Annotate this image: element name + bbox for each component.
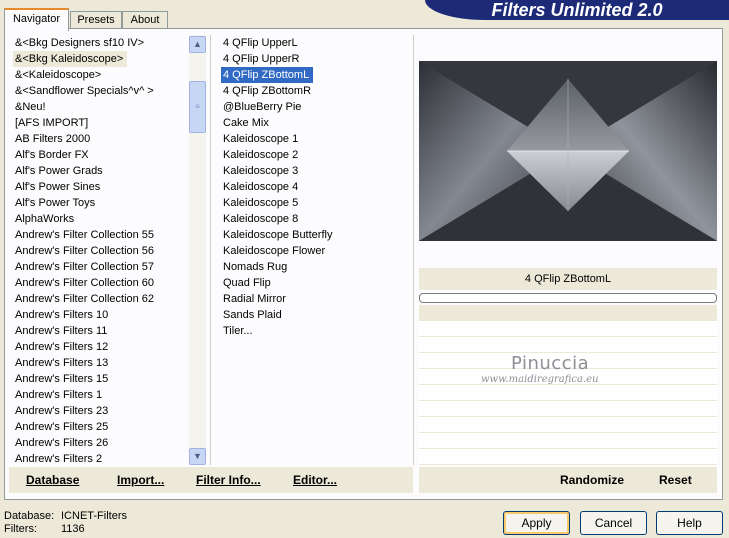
filter-item[interactable]: Kaleidoscope Butterfly: [221, 227, 336, 243]
scroll-down-button[interactable]: ▼: [189, 448, 206, 465]
category-item[interactable]: Andrew's Filters 11: [13, 323, 158, 339]
filters-status-label: Filters:: [4, 523, 37, 535]
current-filter-name: 4 QFlip ZBottomL: [419, 268, 717, 290]
category-item[interactable]: Andrew's Filters 13: [13, 355, 158, 371]
filter-item[interactable]: Sands Plaid: [221, 307, 336, 323]
cancel-button[interactable]: Cancel: [580, 511, 647, 535]
randomize-button[interactable]: Randomize: [560, 473, 624, 487]
category-item[interactable]: &<Bkg Kaleidoscope>: [13, 51, 128, 67]
category-item[interactable]: Andrew's Filters 23: [13, 403, 158, 419]
filter-item[interactable]: 4 QFlip UpperL: [221, 35, 336, 51]
navigator-panel: &<Bkg Designers sf10 IV> &<Bkg Kaleidosco…: [4, 28, 723, 500]
category-item[interactable]: Andrew's Filters 25: [13, 419, 158, 435]
category-item[interactable]: [AFS IMPORT]: [13, 115, 158, 131]
category-item[interactable]: &<Sandflower Specials^v^ >: [13, 83, 158, 99]
filter-item[interactable]: Kaleidoscope 5: [221, 195, 336, 211]
category-item[interactable]: Alf's Power Sines: [13, 179, 158, 195]
app-title: Filters Unlimited 2.0: [491, 0, 663, 20]
category-item[interactable]: AlphaWorks: [13, 211, 158, 227]
editor-button[interactable]: Editor...: [293, 473, 337, 487]
category-item[interactable]: AB Filters 2000: [13, 131, 158, 147]
filter-item[interactable]: 4 QFlip ZBottomR: [221, 83, 336, 99]
chevron-up-icon: ▲: [193, 39, 202, 49]
category-item[interactable]: Andrew's Filter Collection 60: [13, 275, 158, 291]
filter-item[interactable]: Kaleidoscope 3: [221, 163, 336, 179]
category-list[interactable]: &<Bkg Designers sf10 IV> &<Bkg Kaleidosco…: [13, 35, 158, 467]
database-button[interactable]: Database: [26, 473, 79, 487]
chevron-down-icon: ▼: [193, 451, 202, 461]
import-button[interactable]: Import...: [117, 473, 164, 487]
filter-item[interactable]: Radial Mirror: [221, 291, 336, 307]
tab-presets[interactable]: Presets: [70, 11, 122, 29]
filter-item[interactable]: Kaleidoscope 4: [221, 179, 336, 195]
database-status-label: Database:: [4, 510, 55, 522]
preview-divider: [413, 35, 414, 465]
category-item[interactable]: Andrew's Filters 26: [13, 435, 158, 451]
filter-item[interactable]: Kaleidoscope 2: [221, 147, 336, 163]
category-item[interactable]: Andrew's Filter Collection 55: [13, 227, 158, 243]
category-item[interactable]: Alf's Power Toys: [13, 195, 158, 211]
category-item[interactable]: &Neu!: [13, 99, 158, 115]
status-area: Database: ICNET-Filters Filters: 1136: [4, 510, 127, 536]
tab-about[interactable]: About: [122, 11, 168, 29]
filter-info-button[interactable]: Filter Info...: [196, 473, 261, 487]
scroll-thumb[interactable]: ≡: [189, 81, 206, 133]
filter-item[interactable]: Kaleidoscope 1: [221, 131, 336, 147]
watermark-url: www.maidiregrafica.eu: [481, 374, 599, 385]
database-status-value: ICNET-Filters: [61, 510, 127, 522]
category-item[interactable]: Andrew's Filters 12: [13, 339, 158, 355]
filters-status-value: 1136: [61, 523, 85, 535]
category-item[interactable]: Alf's Power Grads: [13, 163, 158, 179]
filter-item[interactable]: Quad Flip: [221, 275, 336, 291]
category-item[interactable]: Andrew's Filters 10: [13, 307, 158, 323]
filter-item[interactable]: @BlueBerry Pie: [221, 99, 336, 115]
list-divider: [210, 35, 211, 465]
kaleidoscope-preview: [419, 61, 717, 241]
filter-item[interactable]: 4 QFlip ZBottomL: [221, 67, 314, 83]
filter-item[interactable]: Cake Mix: [221, 115, 336, 131]
category-scrollbar[interactable]: ▲ ≡ ▼: [189, 35, 206, 465]
filter-preview-image: [419, 61, 717, 241]
category-item[interactable]: &<Bkg Designers sf10 IV>: [13, 35, 158, 51]
scroll-up-button[interactable]: ▲: [189, 36, 206, 53]
category-item[interactable]: Alf's Border FX: [13, 147, 158, 163]
help-button[interactable]: Help: [656, 511, 723, 535]
category-item[interactable]: Andrew's Filter Collection 56: [13, 243, 158, 259]
apply-button[interactable]: Apply: [503, 511, 570, 535]
filter-item[interactable]: Nomads Rug: [221, 259, 336, 275]
filter-list[interactable]: 4 QFlip UpperL 4 QFlip UpperR 4 QFlip ZBot…: [221, 35, 336, 339]
reset-button[interactable]: Reset: [659, 473, 692, 487]
watermark-name: Pinuccia: [511, 353, 590, 374]
grip-icon: ≡: [195, 102, 200, 111]
filter-item[interactable]: Kaleidoscope 8: [221, 211, 336, 227]
category-item[interactable]: Andrew's Filters 2: [13, 451, 158, 467]
category-item[interactable]: &<Kaleidoscope>: [13, 67, 158, 83]
filter-item[interactable]: Kaleidoscope Flower: [221, 243, 336, 259]
category-item[interactable]: Andrew's Filters 15: [13, 371, 158, 387]
category-item[interactable]: Andrew's Filter Collection 62: [13, 291, 158, 307]
tab-navigator[interactable]: Navigator: [4, 8, 69, 31]
filter-item[interactable]: Tiler...: [221, 323, 336, 339]
parameter-area: [419, 305, 717, 465]
progress-bar: [419, 293, 717, 303]
category-item[interactable]: Andrew's Filters 1: [13, 387, 158, 403]
app-title-banner: Filters Unlimited 2.0: [425, 0, 729, 20]
category-item[interactable]: Andrew's Filter Collection 57: [13, 259, 158, 275]
filter-item[interactable]: 4 QFlip UpperR: [221, 51, 336, 67]
